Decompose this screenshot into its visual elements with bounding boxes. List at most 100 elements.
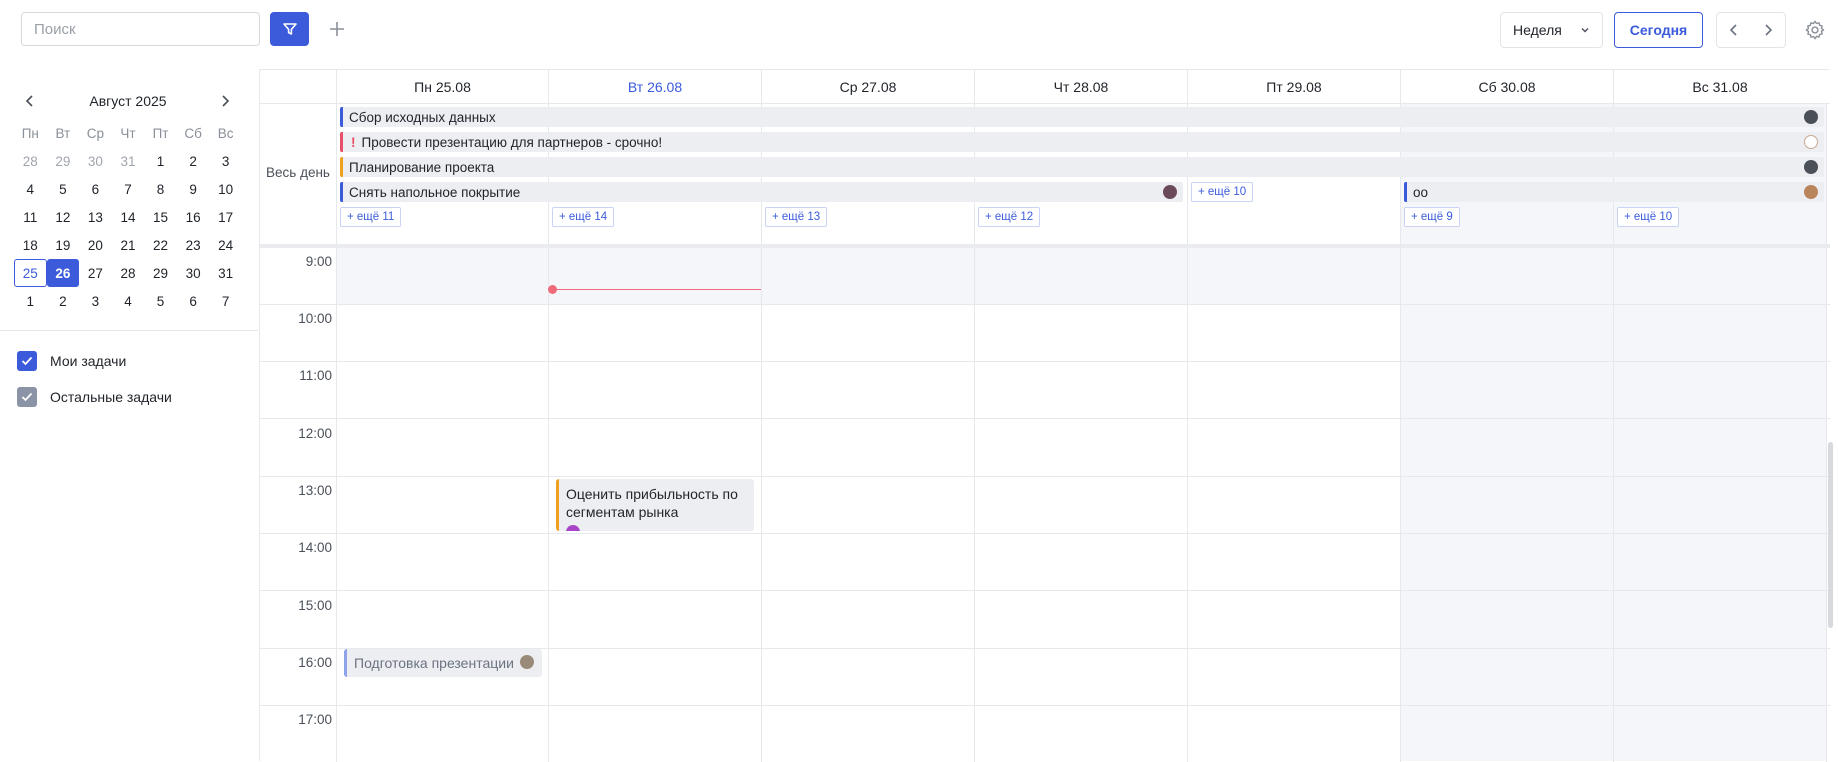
hour-label: 17:00	[298, 712, 332, 727]
day-header[interactable]: Чт 28.08	[974, 70, 1187, 103]
view-select[interactable]: Неделя	[1500, 12, 1603, 48]
mini-day[interactable]: 10	[209, 175, 242, 203]
search-input[interactable]	[21, 12, 260, 46]
mini-day[interactable]: 3	[79, 287, 112, 315]
hour-label: 11:00	[299, 368, 332, 383]
day-header[interactable]: Сб 30.08	[1400, 70, 1613, 103]
mini-day[interactable]: 29	[47, 147, 80, 175]
mini-day[interactable]: 4	[112, 287, 145, 315]
allday-event[interactable]: оо	[1404, 182, 1824, 202]
mini-day[interactable]: 28	[112, 259, 145, 287]
mini-day[interactable]: 8	[144, 175, 177, 203]
filter-label: Остальные задачи	[50, 389, 172, 405]
timed-event[interactable]: Оценить прибыльность по сегментам рынка	[556, 479, 754, 531]
allday-event[interactable]: Сбор исходных данных	[340, 107, 1824, 127]
mini-day[interactable]: 23	[177, 231, 210, 259]
mini-day[interactable]: 7	[209, 287, 242, 315]
mini-day[interactable]: 30	[79, 147, 112, 175]
mini-day[interactable]: 5	[144, 287, 177, 315]
event-title: Провести презентацию для партнеров - сро…	[361, 134, 663, 150]
next-period-button[interactable]	[1751, 13, 1785, 47]
mini-day[interactable]: 11	[14, 203, 47, 231]
mini-prev-month-icon[interactable]	[22, 91, 38, 111]
more-events-link[interactable]: + ещё 13	[765, 207, 828, 227]
mini-day[interactable]: 20	[79, 231, 112, 259]
mini-day[interactable]: 18	[14, 231, 47, 259]
mini-day-selected[interactable]: 26	[46, 259, 80, 287]
add-button[interactable]	[322, 14, 352, 44]
mini-day-today[interactable]: 25	[14, 259, 47, 287]
day-header-today[interactable]: Вт 26.08	[548, 70, 761, 103]
timed-event[interactable]: Подготовка презентации	[344, 649, 542, 677]
mini-day[interactable]: 31	[209, 259, 242, 287]
mini-day[interactable]: 6	[177, 287, 210, 315]
avatar	[1804, 160, 1818, 174]
chevron-left-icon	[1729, 24, 1737, 36]
mini-day[interactable]: 19	[47, 231, 80, 259]
filter-button[interactable]	[270, 12, 309, 46]
gear-icon[interactable]	[1804, 19, 1826, 41]
weekday-label: Вт	[55, 125, 71, 141]
weekday-label: Ср	[86, 125, 105, 141]
weekday-label: Пн	[21, 125, 39, 141]
checkbox-checked-icon[interactable]	[17, 351, 37, 371]
hour-label: 14:00	[298, 540, 332, 555]
allday-event[interactable]: Планирование проекта	[340, 157, 1824, 177]
mini-day[interactable]: 28	[14, 147, 47, 175]
day-header[interactable]: Пт 29.08	[1187, 70, 1400, 103]
allday-divider	[260, 244, 1830, 248]
more-events-link[interactable]: + ещё 10	[1191, 182, 1254, 202]
mini-day[interactable]: 6	[79, 175, 112, 203]
mini-day[interactable]: 13	[79, 203, 112, 231]
more-events-link[interactable]: + ещё 11	[340, 207, 402, 227]
day-header[interactable]: Вс 31.08	[1613, 70, 1826, 103]
mini-day[interactable]: 30	[177, 259, 210, 287]
avatar	[1163, 185, 1177, 199]
mini-day[interactable]: 2	[177, 147, 210, 175]
prev-period-button[interactable]	[1717, 13, 1751, 47]
week-calendar: Пн 25.08 Вт 26.08 Ср 27.08 Чт 28.08 Пт 2…	[259, 69, 1830, 762]
mini-day[interactable]: 31	[112, 147, 145, 175]
mini-day[interactable]: 1	[144, 147, 177, 175]
scrollbar[interactable]	[1828, 442, 1833, 628]
mini-next-month-icon[interactable]	[217, 91, 233, 111]
more-events-link[interactable]: + ещё 9	[1404, 207, 1460, 227]
mini-day[interactable]: 9	[177, 175, 210, 203]
day-header[interactable]: Пн 25.08	[336, 70, 548, 103]
view-select-value: Неделя	[1513, 22, 1562, 38]
today-button[interactable]: Сегодня	[1614, 12, 1703, 48]
more-events-link[interactable]: + ещё 14	[552, 207, 615, 227]
mini-day[interactable]: 12	[47, 203, 80, 231]
hour-line	[260, 533, 1830, 534]
mini-day[interactable]: 29	[144, 259, 177, 287]
mini-day[interactable]: 7	[112, 175, 145, 203]
event-color-stripe	[340, 157, 343, 177]
mini-day[interactable]: 22	[144, 231, 177, 259]
mini-day[interactable]: 14	[112, 203, 145, 231]
hour-label: 9:00	[305, 254, 332, 269]
mini-day[interactable]: 3	[209, 147, 242, 175]
mini-day[interactable]: 21	[112, 231, 145, 259]
mini-day[interactable]: 5	[47, 175, 80, 203]
mini-day[interactable]: 2	[47, 287, 80, 315]
mini-day[interactable]: 4	[14, 175, 47, 203]
mini-day[interactable]: 1	[14, 287, 47, 315]
event-color-stripe	[340, 107, 343, 127]
more-events-link[interactable]: + ещё 10	[1617, 207, 1680, 227]
mini-day[interactable]: 17	[209, 203, 242, 231]
mini-day[interactable]: 27	[79, 259, 112, 287]
checkbox-checked-icon[interactable]	[17, 387, 37, 407]
filter-other-tasks[interactable]: Остальные задачи	[17, 387, 172, 407]
mini-day[interactable]: 24	[209, 231, 242, 259]
mini-day[interactable]: 16	[177, 203, 210, 231]
mini-day[interactable]: 15	[144, 203, 177, 231]
allday-event[interactable]: ! Провести презентацию для партнеров - с…	[340, 132, 1824, 152]
allday-event[interactable]: Снять напольное покрытие	[340, 182, 1183, 202]
hour-label: 16:00	[298, 655, 332, 670]
day-header[interactable]: Ср 27.08	[761, 70, 974, 103]
filter-my-tasks[interactable]: Мои задачи	[17, 351, 126, 371]
current-time-line	[552, 289, 761, 290]
weekday-label: Пт	[152, 125, 169, 141]
hour-line	[260, 590, 1830, 591]
more-events-link[interactable]: + ещё 12	[978, 207, 1041, 227]
